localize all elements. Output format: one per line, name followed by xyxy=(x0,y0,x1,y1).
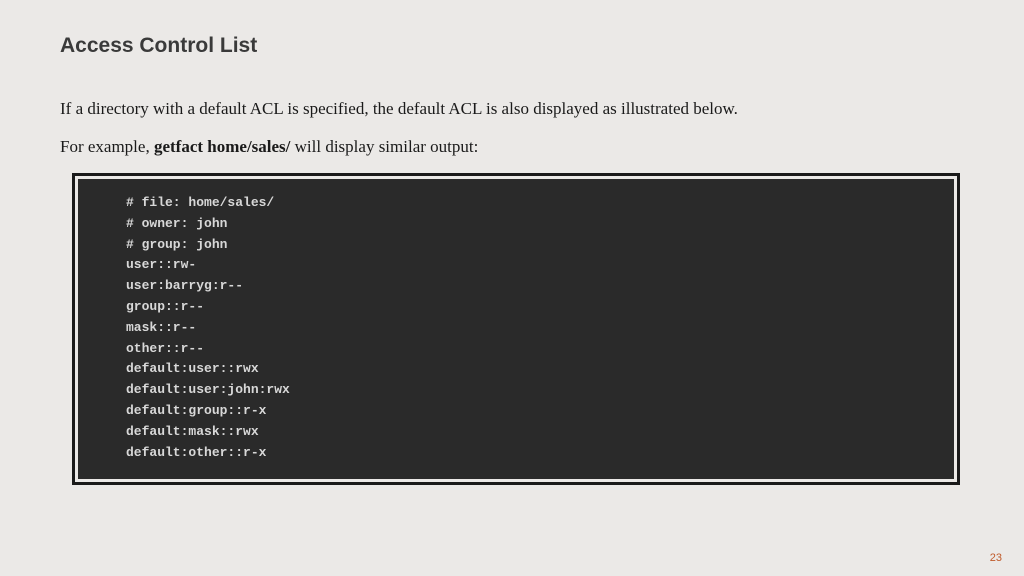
paragraph-2-pre: For example, xyxy=(60,137,154,156)
terminal-line: mask::r-- xyxy=(126,318,906,339)
paragraph-2: For example, getfact home/sales/ will di… xyxy=(60,134,964,160)
terminal-line: user::rw- xyxy=(126,255,906,276)
command-text: getfact home/sales/ xyxy=(154,137,290,156)
terminal-line: default:mask::rwx xyxy=(126,422,906,443)
terminal-line: # owner: john xyxy=(126,214,906,235)
terminal-line: default:user:john:rwx xyxy=(126,380,906,401)
terminal-line: # group: john xyxy=(126,235,906,256)
paragraph-1: If a directory with a default ACL is spe… xyxy=(60,96,964,122)
terminal-line: group::r-- xyxy=(126,297,906,318)
terminal-output-box: # file: home/sales/ # owner: john # grou… xyxy=(72,173,960,485)
slide-title: Access Control List xyxy=(60,34,964,58)
slide-content: Access Control List If a directory with … xyxy=(0,0,1024,505)
body-text: If a directory with a default ACL is spe… xyxy=(60,96,964,159)
terminal-line: # file: home/sales/ xyxy=(126,193,906,214)
terminal-line: default:other::r-x xyxy=(126,443,906,464)
terminal-line: default:user::rwx xyxy=(126,359,906,380)
terminal-line: other::r-- xyxy=(126,339,906,360)
paragraph-2-post: will display similar output: xyxy=(290,137,478,156)
terminal-line: user:barryg:r-- xyxy=(126,276,906,297)
terminal-inner: # file: home/sales/ # owner: john # grou… xyxy=(78,179,954,479)
terminal-line: default:group::r-x xyxy=(126,401,906,422)
page-number: 23 xyxy=(990,552,1002,564)
